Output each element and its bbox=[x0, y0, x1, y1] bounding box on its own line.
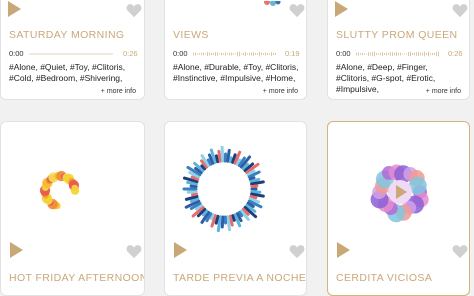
track-card-1[interactable]: SATURDAY MORNING 0:00 0:26 #Alone, #Quie… bbox=[0, 0, 145, 100]
more-info-link[interactable]: + more info bbox=[101, 88, 136, 95]
heart-icon[interactable] bbox=[452, 3, 468, 18]
play-icon[interactable] bbox=[337, 242, 350, 258]
time-start: 0:00 bbox=[336, 49, 351, 58]
waveform[interactable] bbox=[193, 50, 277, 58]
track-tags: #Alone, #Quiet, #Toy, #Clitoris, #Cold, … bbox=[9, 62, 138, 84]
time-end: 0:26 bbox=[448, 49, 463, 58]
track-artwork bbox=[181, 146, 267, 232]
track-title: HOT FRIDAY AFTERNOON bbox=[9, 272, 145, 284]
track-card-3[interactable]: SLUTTY PROM QUEEN 0:00 0:26 #Alone, #Dee… bbox=[327, 0, 470, 100]
track-card-2[interactable]: VIEWS 0:00 0:19 #Alone, #Durable, #Toy, … bbox=[164, 0, 307, 100]
more-info-link[interactable]: + more info bbox=[263, 88, 298, 95]
track-artwork bbox=[261, 1, 285, 7]
waveform[interactable] bbox=[356, 50, 440, 58]
track-title: TARDE PREVIA A NOCHE DE SEXO bbox=[173, 272, 307, 284]
track-tags: #Alone, #Durable, #Toy, #Clitoris, #Inst… bbox=[173, 62, 300, 84]
play-icon[interactable] bbox=[335, 1, 348, 17]
time-start: 0:00 bbox=[9, 49, 24, 58]
track-title: CERDITA VICIOSA bbox=[336, 272, 432, 284]
heart-icon[interactable] bbox=[452, 244, 468, 259]
time-end: 0:19 bbox=[285, 49, 300, 58]
track-title: SATURDAY MORNING bbox=[9, 29, 125, 41]
time-end: 0:26 bbox=[123, 49, 138, 58]
play-icon[interactable] bbox=[10, 242, 23, 258]
track-artwork bbox=[37, 168, 83, 214]
heart-icon[interactable] bbox=[126, 244, 142, 259]
heart-icon[interactable] bbox=[289, 244, 305, 259]
track-title: SLUTTY PROM QUEEN bbox=[336, 29, 458, 41]
track-card-6[interactable]: CERDITA VICIOSA bbox=[327, 121, 470, 296]
heart-icon[interactable] bbox=[289, 3, 305, 18]
heart-icon[interactable] bbox=[126, 3, 142, 18]
play-icon[interactable] bbox=[8, 1, 21, 17]
track-title: VIEWS bbox=[173, 29, 209, 41]
time-start: 0:00 bbox=[173, 49, 188, 58]
waveform[interactable] bbox=[29, 50, 113, 58]
track-card-4[interactable]: HOT FRIDAY AFTERNOON bbox=[0, 121, 145, 296]
track-card-5[interactable]: TARDE PREVIA A NOCHE DE SEXO bbox=[164, 121, 307, 296]
more-info-link[interactable]: + more info bbox=[426, 88, 461, 95]
play-icon[interactable] bbox=[174, 242, 187, 258]
track-artwork bbox=[368, 160, 432, 224]
